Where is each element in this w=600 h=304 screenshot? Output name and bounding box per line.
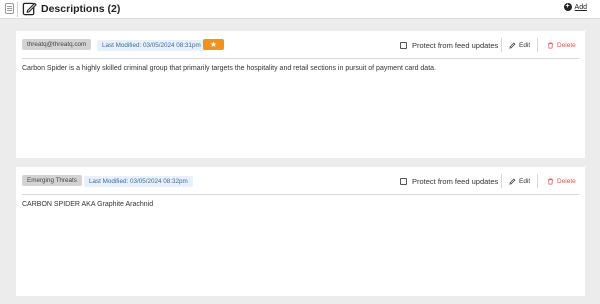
star-button[interactable]: ★ <box>203 39 224 50</box>
action-divider <box>501 38 502 52</box>
description-card: threatq@threatq.com Last Modified: 03/05… <box>16 31 585 158</box>
card-divider <box>22 58 579 59</box>
protect-checkbox[interactable] <box>400 178 407 185</box>
card-divider <box>22 194 579 195</box>
header-divider <box>17 2 18 17</box>
pencil-icon <box>509 178 516 185</box>
trash-icon <box>547 42 554 49</box>
delete-button[interactable]: Delete <box>547 176 576 187</box>
description-text: CARBON SPIDER AKA Graphite Arachnid <box>22 201 154 208</box>
action-divider <box>501 174 502 188</box>
action-divider <box>537 38 538 52</box>
action-divider <box>537 174 538 188</box>
description-text: Carbon Spider is a highly skilled crimin… <box>22 65 436 72</box>
add-label: Add <box>574 3 587 11</box>
last-modified-tag: Last Modified: 03/05/2024 08:31pm <box>97 40 206 51</box>
card-header: Emerging Threats Last Modified: 03/05/20… <box>22 174 579 192</box>
last-modified-tag: Last Modified: 03/05/2024 08:32pm <box>84 176 193 187</box>
card-header: threatq@threatq.com Last Modified: 03/05… <box>22 38 579 56</box>
section-header: Descriptions (2) + Add <box>0 0 600 19</box>
add-button[interactable]: + Add <box>563 3 587 11</box>
page-title: Descriptions (2) <box>41 3 121 15</box>
pencil-icon <box>509 42 516 49</box>
protect-toggle[interactable]: Protect from feed updates <box>400 40 498 51</box>
protect-label: Protect from feed updates <box>412 41 499 50</box>
source-tag: threatq@threatq.com <box>22 39 92 50</box>
protect-label: Protect from feed updates <box>412 177 499 186</box>
delete-button[interactable]: Delete <box>547 40 576 51</box>
trash-icon <box>547 178 554 185</box>
protect-toggle[interactable]: Protect from feed updates <box>400 176 498 187</box>
protect-checkbox[interactable] <box>400 42 407 49</box>
source-tag: Emerging Threats <box>22 175 82 186</box>
edit-label: Edit <box>519 178 531 185</box>
delete-label: Delete <box>557 42 576 49</box>
edit-button[interactable]: Edit <box>509 40 530 51</box>
edit-document-icon <box>22 2 37 16</box>
delete-label: Delete <box>557 178 576 185</box>
collapse-icon[interactable] <box>5 3 14 14</box>
description-card: Emerging Threats Last Modified: 03/05/20… <box>16 167 585 296</box>
plus-circle-icon: + <box>563 3 572 11</box>
edit-label: Edit <box>519 42 531 49</box>
edit-button[interactable]: Edit <box>509 176 530 187</box>
